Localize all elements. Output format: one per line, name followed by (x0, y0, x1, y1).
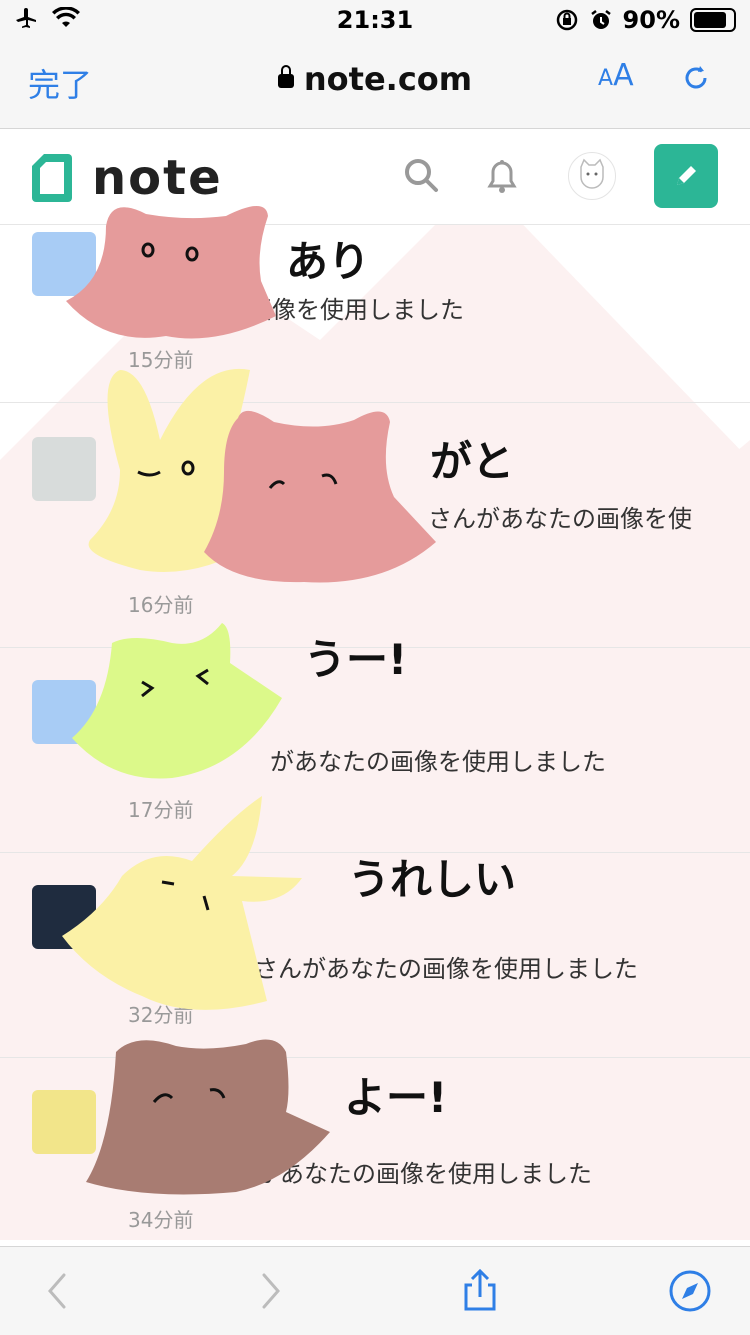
browser-bottom-toolbar (0, 1246, 750, 1335)
lock-icon (277, 65, 294, 88)
handwriting-2: がと (430, 437, 515, 486)
notification-text: さんがあなたの画像を使 (428, 505, 692, 533)
yellow-rabbit-character-2 (62, 796, 302, 1010)
green-blob-character (72, 623, 282, 779)
notification-text: があなたの画像を使用しました (270, 748, 606, 776)
text-size-small-label: A (598, 66, 614, 91)
reload-icon[interactable] (680, 62, 712, 94)
handwriting-3: うー! (304, 635, 408, 684)
search-icon[interactable] (402, 156, 442, 196)
note-logo-icon (32, 154, 72, 202)
pencil-icon (677, 166, 696, 185)
alarm-icon (590, 10, 611, 29)
pink-blob-character-2 (204, 410, 436, 583)
notification-time: 16分前 (128, 593, 194, 617)
bell-icon[interactable] (482, 156, 522, 196)
avatar[interactable] (568, 152, 616, 200)
back-icon[interactable] (36, 1269, 80, 1313)
handwriting-4: うれしい (348, 855, 517, 904)
notification-time: 34分前 (128, 1208, 194, 1232)
forward-icon[interactable] (248, 1269, 292, 1313)
battery-icon (690, 8, 736, 32)
handwriting-5: よー! (344, 1073, 448, 1122)
status-bar: 21:31 90% (0, 0, 750, 40)
browser-top-bar: 完了 note.com AA (0, 40, 750, 129)
status-right: 90% (555, 6, 736, 34)
share-icon[interactable] (458, 1269, 502, 1313)
url-text: note.com (303, 60, 473, 98)
rotation-lock-icon (556, 9, 577, 31)
url-field[interactable]: note.com (0, 60, 750, 98)
compose-button[interactable] (654, 144, 718, 208)
safari-compass-icon[interactable] (668, 1269, 712, 1313)
handwriting-1: あり (286, 237, 371, 286)
pink-blob-character-1 (66, 206, 276, 339)
text-size-button[interactable]: AA (598, 58, 634, 93)
brown-blob-character (86, 1039, 330, 1195)
text-size-big-label: A (613, 58, 634, 93)
avatar-cat-icon (580, 158, 604, 189)
battery-percent: 90% (622, 6, 680, 34)
